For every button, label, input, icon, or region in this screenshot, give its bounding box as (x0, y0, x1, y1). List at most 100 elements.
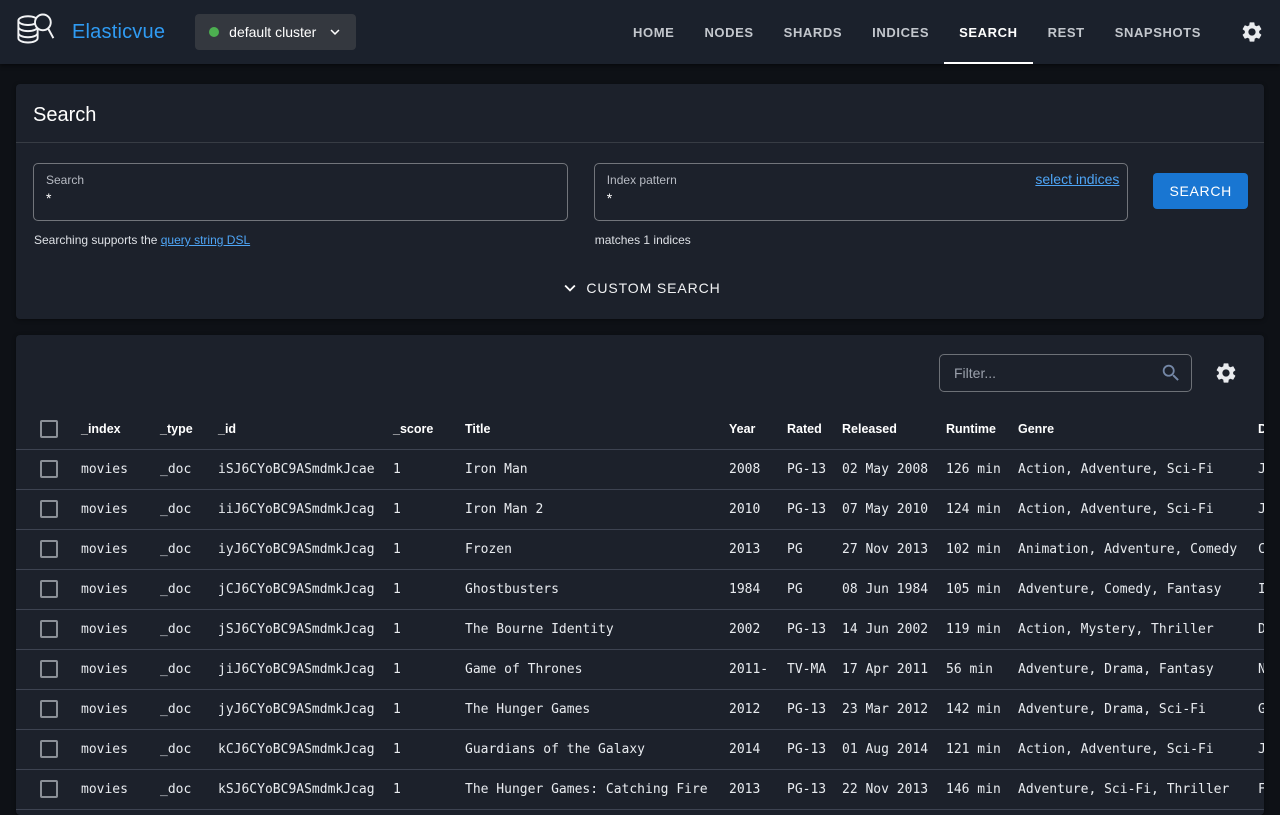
col-header-type[interactable]: _type (144, 409, 202, 449)
cluster-selector-button[interactable]: default cluster (195, 14, 356, 50)
filter-input[interactable] (952, 364, 1160, 382)
col-header-id[interactable]: _id (202, 409, 377, 449)
col-header-runtime[interactable]: Runtime (930, 409, 1002, 449)
nav-tab-home[interactable]: HOME (618, 0, 689, 64)
table-row[interactable]: movies_docjiJ6CYoBC9ASmdmkJcag1Game of T… (16, 649, 1264, 689)
col-header-genre[interactable]: Genre (1002, 409, 1242, 449)
cell-rated: PG-13 (771, 769, 826, 809)
row-checkbox[interactable] (40, 500, 58, 518)
cell-released: 08 Jun 1984 (826, 569, 930, 609)
select-indices-link[interactable]: select indices (1035, 171, 1119, 187)
row-checkbox[interactable] (40, 620, 58, 638)
table-row[interactable]: movies_docjSJ6CYoBC9ASmdmkJcag1The Bourn… (16, 609, 1264, 649)
table-settings-button[interactable] (1214, 361, 1238, 385)
table-row[interactable]: movies_docjCJ6CYoBC9ASmdmkJcag1Ghostbust… (16, 569, 1264, 609)
cell-director: J (1242, 729, 1264, 769)
cell-rated: PG-13 (771, 449, 826, 489)
table-row[interactable]: movies_dociiJ6CYoBC9ASmdmkJcag1Iron Man … (16, 489, 1264, 529)
row-checkbox[interactable] (40, 740, 58, 758)
query-hint: Searching supports the query string DSL (33, 233, 568, 247)
nav-tab-search[interactable]: SEARCH (944, 0, 1033, 64)
cell-type: _doc (144, 449, 202, 489)
cell-genre: Animation, Adventure, Comedy (1002, 529, 1242, 569)
col-header-index[interactable]: _index (65, 409, 144, 449)
row-checkbox[interactable] (40, 580, 58, 598)
cell-type: _doc (144, 769, 202, 809)
row-checkbox-cell (16, 769, 65, 809)
cell-year: 2013 (713, 529, 771, 569)
cell-genre: Action, Mystery, Thriller (1002, 609, 1242, 649)
custom-search-label: CUSTOM SEARCH (586, 280, 720, 296)
table-row[interactable]: movies_dockCJ6CYoBC9ASmdmkJcag1Guardians… (16, 729, 1264, 769)
row-checkbox[interactable] (40, 780, 58, 798)
row-checkbox-cell (16, 449, 65, 489)
cell-index: movies (65, 649, 144, 689)
cell-title: Iron Man 2 (449, 489, 713, 529)
cell-rated: PG-13 (771, 689, 826, 729)
cell-index: movies (65, 489, 144, 529)
col-header-rated[interactable]: Rated (771, 409, 826, 449)
row-checkbox[interactable] (40, 460, 58, 478)
cell-genre: Action, Adventure, Sci-Fi (1002, 729, 1242, 769)
query-string-dsl-link[interactable]: query string DSL (161, 233, 250, 247)
cell-runtime: 102 min (930, 529, 1002, 569)
row-checkbox-cell (16, 529, 65, 569)
select-all-checkbox[interactable] (40, 420, 58, 438)
nav-tab-nodes[interactable]: NODES (689, 0, 768, 64)
nav-tab-shards[interactable]: SHARDS (769, 0, 858, 64)
table-row[interactable]: movies_dociyJ6CYoBC9ASmdmkJcag1Frozen201… (16, 529, 1264, 569)
search-button[interactable]: SEARCH (1153, 173, 1248, 209)
cell-released: 17 Apr 2011 (826, 649, 930, 689)
cell-runtime: 105 min (930, 569, 1002, 609)
cell-released: 27 Nov 2013 (826, 529, 930, 569)
cell-genre: Adventure, Drama, Fantasy (1002, 649, 1242, 689)
cell-id: kCJ6CYoBC9ASmdmkJcag (202, 729, 377, 769)
col-header-score[interactable]: _score (377, 409, 449, 449)
settings-button[interactable] (1240, 0, 1264, 64)
cell-score: 1 (377, 649, 449, 689)
cell-director: G (1242, 689, 1264, 729)
cell-title: Guardians of the Galaxy (449, 729, 713, 769)
cell-id: iyJ6CYoBC9ASmdmkJcag (202, 529, 377, 569)
col-header-released[interactable]: Released (826, 409, 930, 449)
cell-index: movies (65, 449, 144, 489)
chevron-down-icon (326, 23, 344, 41)
brand[interactable]: Elasticvue (14, 0, 165, 64)
col-header-year[interactable]: Year (713, 409, 771, 449)
cell-released: 23 Mar 2012 (826, 689, 930, 729)
search-icon (1160, 362, 1182, 384)
cell-type: _doc (144, 569, 202, 609)
row-checkbox[interactable] (40, 660, 58, 678)
nav-tab-indices[interactable]: INDICES (857, 0, 944, 64)
cell-title: The Hunger Games (449, 689, 713, 729)
nav-tab-rest[interactable]: REST (1033, 0, 1100, 64)
cell-score: 1 (377, 489, 449, 529)
cell-title: The Bourne Identity (449, 609, 713, 649)
nav-tabs: HOME NODES SHARDS INDICES SEARCH REST SN… (618, 0, 1216, 64)
cell-title: Frozen (449, 529, 713, 569)
col-header-title[interactable]: Title (449, 409, 713, 449)
custom-search-toggle[interactable]: CUSTOM SEARCH (16, 247, 1264, 319)
table-row[interactable]: movies_dociSJ6CYoBC9ASmdmkJcae1Iron Man2… (16, 449, 1264, 489)
row-checkbox-cell (16, 569, 65, 609)
cell-type: _doc (144, 609, 202, 649)
filter-field[interactable] (939, 354, 1192, 392)
nav-tab-snapshots[interactable]: SNAPSHOTS (1100, 0, 1216, 64)
results-table-body: movies_dociSJ6CYoBC9ASmdmkJcae1Iron Man2… (16, 449, 1264, 809)
table-row[interactable]: movies_docjyJ6CYoBC9ASmdmkJcag1The Hunge… (16, 689, 1264, 729)
cell-rated: TV-MA (771, 649, 826, 689)
row-checkbox[interactable] (40, 700, 58, 718)
cell-title: Ghostbusters (449, 569, 713, 609)
cell-runtime: 56 min (930, 649, 1002, 689)
index-pattern-input[interactable]: Index pattern * select indices (594, 163, 1129, 221)
search-query-input[interactable]: Search * (33, 163, 568, 221)
row-checkbox-cell (16, 609, 65, 649)
table-row[interactable]: movies_dockSJ6CYoBC9ASmdmkJcag1The Hunge… (16, 769, 1264, 809)
cell-rated: PG (771, 569, 826, 609)
col-header-director[interactable]: Director (1242, 409, 1264, 449)
row-checkbox[interactable] (40, 540, 58, 558)
cell-index: movies (65, 729, 144, 769)
cell-score: 1 (377, 729, 449, 769)
cell-year: 2002 (713, 609, 771, 649)
cell-id: jiJ6CYoBC9ASmdmkJcag (202, 649, 377, 689)
